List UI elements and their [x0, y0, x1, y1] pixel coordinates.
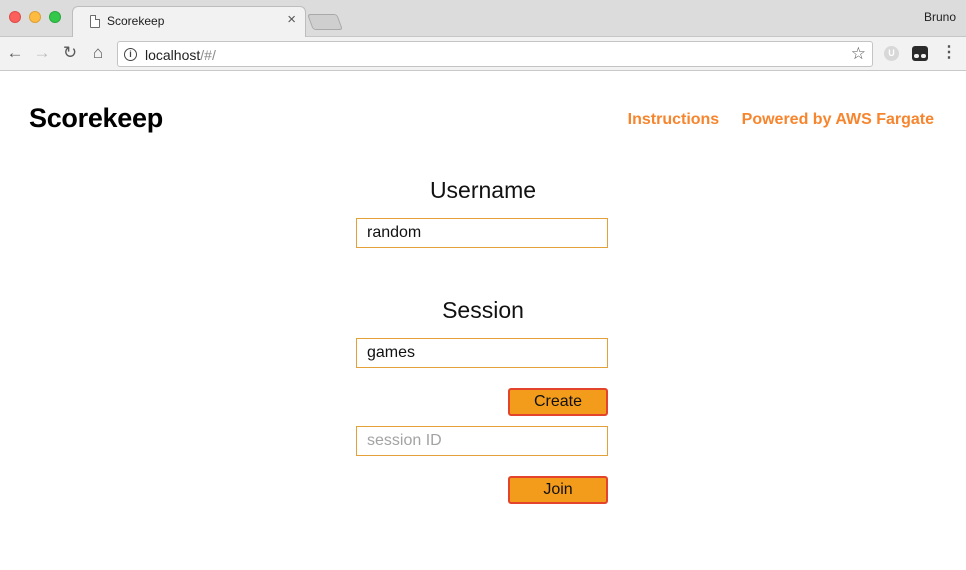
browser-toolbar: ← → ↻ ⌂ i localhost/#/ ☆ U ⋮	[0, 37, 966, 71]
tab-title: Scorekeep	[107, 14, 165, 28]
info-icon[interactable]: i	[124, 48, 137, 61]
back-arrow-icon[interactable]: ←	[5, 43, 25, 63]
powered-by-link[interactable]: Powered by AWS Fargate	[742, 111, 934, 128]
close-icon[interactable]: ×	[287, 11, 296, 29]
instructions-link[interactable]: Instructions	[628, 111, 720, 128]
browser-tab-content[interactable]: Scorekeep ×	[74, 7, 304, 38]
browser-titlebar: Scorekeep × Bruno	[0, 0, 966, 38]
extension-icon[interactable]: U	[884, 46, 899, 61]
star-icon[interactable]: ☆	[851, 44, 866, 64]
join-button[interactable]: Join	[508, 476, 608, 504]
create-button[interactable]: Create	[508, 388, 608, 416]
menu-icon[interactable]: ⋮	[941, 44, 957, 62]
maximize-window-button[interactable]	[49, 11, 61, 23]
reload-icon[interactable]: ↻	[60, 43, 80, 63]
minimize-window-button[interactable]	[29, 11, 41, 23]
session-label: Session	[442, 297, 524, 323]
forward-arrow-icon[interactable]: →	[32, 43, 52, 63]
url-host: localhost	[145, 47, 201, 63]
username-input[interactable]	[356, 218, 608, 248]
brand-title: Scorekeep	[29, 103, 163, 133]
incognito-icon[interactable]	[912, 46, 928, 61]
session-name-input[interactable]	[356, 338, 608, 368]
home-icon[interactable]: ⌂	[88, 43, 108, 63]
document-icon	[90, 15, 100, 28]
session-id-input[interactable]	[356, 426, 608, 456]
profile-name[interactable]: Bruno	[924, 10, 956, 24]
url-text[interactable]: localhost/#/	[145, 47, 216, 63]
username-label: Username	[429, 177, 537, 203]
header-nav: Instructions Powered by AWS Fargate	[610, 111, 934, 129]
address-bar[interactable]: i localhost/#/ ☆	[117, 41, 873, 67]
close-window-button[interactable]	[9, 11, 21, 23]
new-tab-button[interactable]	[307, 14, 343, 30]
url-path: /#/	[200, 47, 216, 63]
